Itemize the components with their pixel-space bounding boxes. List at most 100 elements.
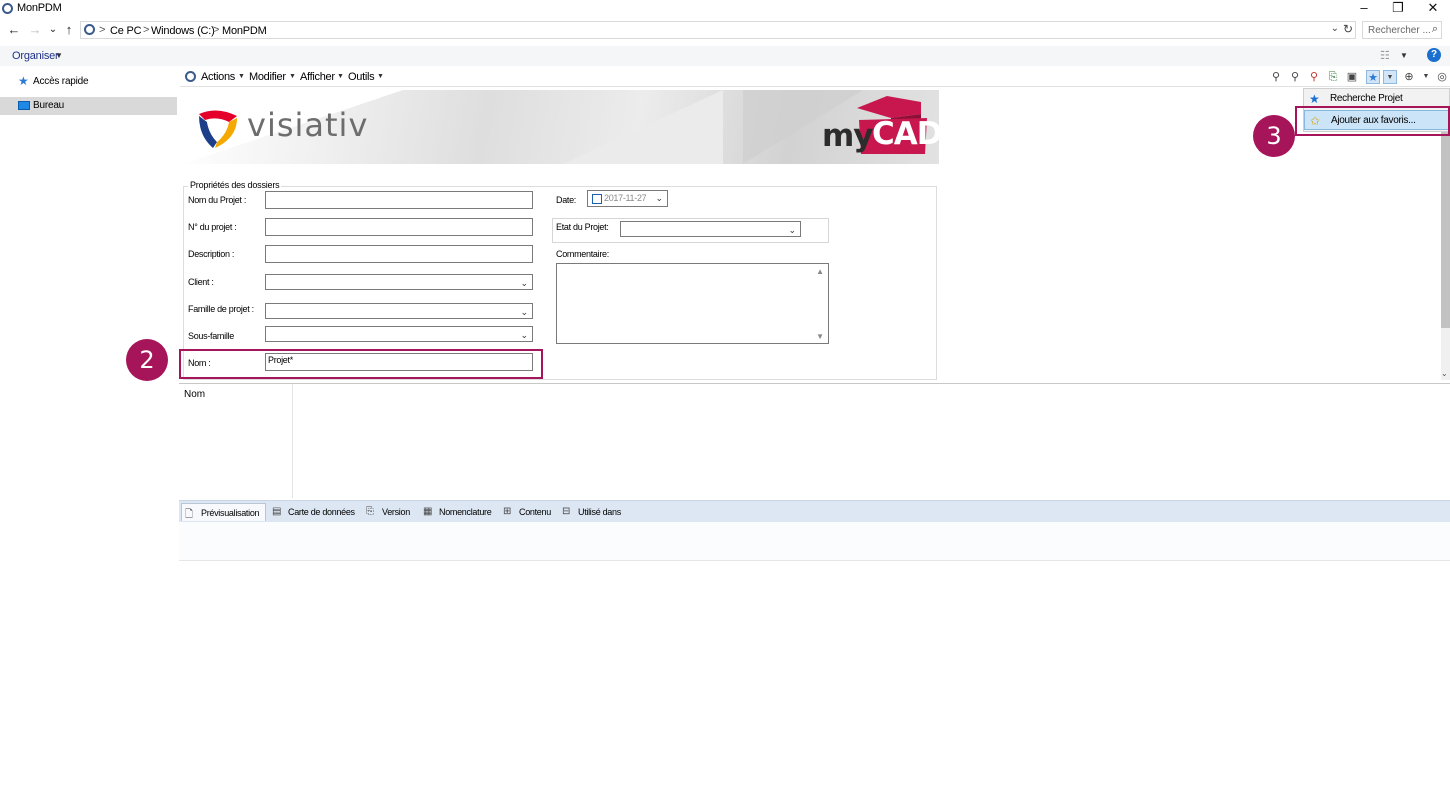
tab-previsualisation[interactable]: 🗋 Prévisualisation — [181, 503, 266, 521]
breadcrumb-ce-pc[interactable]: Ce PC — [110, 25, 142, 37]
client-label: Client : — [188, 277, 214, 287]
nom-projet-field[interactable] — [265, 191, 533, 209]
chevron-down-icon[interactable]: ⌄ — [520, 278, 528, 289]
organiser-button[interactable]: Organiser — [12, 50, 59, 62]
nom-field[interactable]: Projet* — [265, 353, 533, 371]
search-input[interactable]: Rechercher ... ⌕ — [1362, 21, 1442, 39]
chevron-down-icon[interactable]: ⌄ — [655, 193, 663, 204]
forward-button[interactable]: → — [28, 22, 42, 38]
num-projet-field[interactable] — [265, 218, 533, 236]
client-select[interactable]: ⌄ — [265, 274, 533, 290]
recent-locations-button[interactable]: ⌄ — [46, 22, 60, 38]
menu-modifier[interactable]: Modifier — [249, 71, 286, 83]
tab-nomenclature[interactable]: ▦ Nomenclature — [421, 503, 497, 521]
sidebar-item-bureau[interactable]: Bureau — [0, 97, 177, 115]
minimize-button[interactable]: – — [1347, 0, 1381, 18]
scroll-down-icon[interactable]: ▼ — [816, 332, 824, 341]
close-button[interactable]: ✕ — [1416, 0, 1450, 18]
sous-famille-select[interactable]: ⌄ — [265, 326, 533, 342]
date-value: 2017-11-27 — [604, 193, 647, 203]
folder-properties-legend: Propriétés des dossiers — [188, 180, 282, 190]
tab-version[interactable]: ⎘ Version — [364, 503, 416, 521]
bom-icon: ▦ — [423, 506, 433, 517]
favorites-icon[interactable]: ★ — [1366, 70, 1380, 84]
search-advanced-icon[interactable]: ⚲ — [1288, 70, 1302, 84]
sidebar-item-label: Accès rapide — [33, 76, 89, 87]
chevron-down-icon[interactable]: ⌄ — [520, 307, 528, 318]
tab-label: Contenu — [519, 507, 551, 517]
scrollbar-thumb[interactable] — [1441, 128, 1450, 328]
chevron-down-icon: ▼ — [289, 73, 296, 80]
breadcrumb-windows-c[interactable]: Windows (C:) — [151, 25, 215, 37]
search-binoculars-icon[interactable]: ⚲ — [1269, 70, 1283, 84]
menu-actions[interactable]: Actions — [201, 71, 235, 83]
preview-panel — [179, 522, 1450, 561]
chevron-down-icon: ▼ — [377, 73, 384, 80]
etat-select[interactable]: ⌄ — [620, 221, 801, 237]
num-projet-label: N° du projet : — [188, 222, 237, 232]
description-label: Description : — [188, 249, 235, 259]
description-field[interactable] — [265, 245, 533, 263]
command-bar: Organiser ▼ ☷ ▼ ? — [0, 46, 1450, 66]
chevron-down-icon[interactable]: ⌄ — [520, 330, 528, 341]
mycad-logo-my: my — [822, 118, 874, 154]
star-icon: ★ — [18, 74, 29, 88]
save-icon[interactable]: ▣ — [1345, 70, 1359, 84]
chevron-down-icon[interactable]: ▼ — [55, 51, 63, 60]
chevron-down-icon[interactable]: ▼ — [1400, 51, 1408, 60]
export-icon[interactable]: ⎘ — [1326, 70, 1340, 84]
step-3-badge: 3 — [1253, 115, 1295, 157]
chevron-down-icon[interactable]: ▼ — [1383, 70, 1397, 84]
tab-label: Carte de données — [288, 507, 355, 517]
date-picker[interactable]: 2017-11-27 ⌄ — [587, 190, 668, 207]
star-icon: ★ — [1309, 92, 1320, 106]
date-checkbox[interactable] — [592, 194, 602, 204]
help-icon[interactable]: ? — [1427, 48, 1441, 62]
mycad-logo-cad: CAD — [872, 116, 939, 152]
menu-afficher[interactable]: Afficher — [300, 71, 335, 83]
view-options-icon[interactable]: ☷ — [1380, 49, 1390, 62]
window-title: MonPDM — [17, 2, 62, 14]
tab-utilise-dans[interactable]: ⊟ Utilisé dans — [560, 503, 630, 521]
address-bar[interactable]: > Ce PC > Windows (C:) > MonPDM ⌄ ↻ — [80, 21, 1356, 39]
settings-globe-icon[interactable]: ◎ — [1435, 70, 1449, 84]
contains-icon: ⊞ — [503, 506, 512, 517]
pdm-location-icon — [84, 24, 95, 35]
list-column-nom: Nom — [179, 384, 293, 498]
breadcrumb-separator: > — [143, 24, 150, 36]
tab-carte-de-donnees[interactable]: ▤ Carte de données — [270, 503, 360, 521]
famille-select[interactable]: ⌄ — [265, 303, 533, 319]
desktop-icon — [18, 101, 30, 110]
address-dropdown-icon[interactable]: ⌄ — [1331, 23, 1339, 34]
chevron-down-icon: ▼ — [337, 73, 344, 80]
back-button[interactable]: ← — [7, 22, 21, 38]
nom-projet-label: Nom du Projet : — [188, 195, 247, 205]
file-list[interactable]: Nom — [179, 383, 1450, 498]
zoom-icon[interactable]: ⊕ — [1402, 70, 1416, 84]
column-header-nom[interactable]: Nom — [184, 389, 205, 400]
chevron-down-icon: ▼ — [238, 73, 245, 80]
sidebar-item-acces-rapide[interactable]: ★ Accès rapide — [0, 73, 177, 91]
app-icon — [2, 3, 13, 14]
sous-famille-label: Sous-famille — [188, 331, 234, 341]
search-icon[interactable]: ⌕ — [1432, 23, 1438, 36]
search-clear-icon[interactable]: ⚲ — [1307, 70, 1321, 84]
chevron-down-icon[interactable]: ⌄ — [788, 225, 796, 236]
menu-outils[interactable]: Outils — [348, 71, 375, 83]
menu-item-label: Recherche Projet — [1330, 93, 1403, 104]
famille-label: Famille de projet : — [188, 304, 254, 314]
restore-button[interactable]: ❐ — [1381, 0, 1415, 18]
refresh-icon[interactable]: ↻ — [1343, 22, 1353, 36]
up-button[interactable]: ↑ — [62, 22, 76, 38]
ajouter-favoris-highlight-box — [1295, 106, 1450, 136]
tab-label: Prévisualisation — [201, 508, 260, 518]
datacard-icon: ▤ — [272, 506, 282, 517]
version-icon: ⎘ — [366, 506, 374, 517]
chevron-down-icon[interactable]: ▼ — [1419, 70, 1433, 84]
breadcrumb-monpdm[interactable]: MonPDM — [222, 25, 267, 37]
scroll-down-icon[interactable]: ⌄ — [1441, 369, 1448, 378]
tab-contenu[interactable]: ⊞ Contenu — [501, 503, 555, 521]
scroll-up-icon[interactable]: ▲ — [816, 267, 824, 276]
commentaire-textarea[interactable]: ▲ ▼ — [556, 263, 829, 344]
where-used-icon: ⊟ — [562, 506, 571, 517]
